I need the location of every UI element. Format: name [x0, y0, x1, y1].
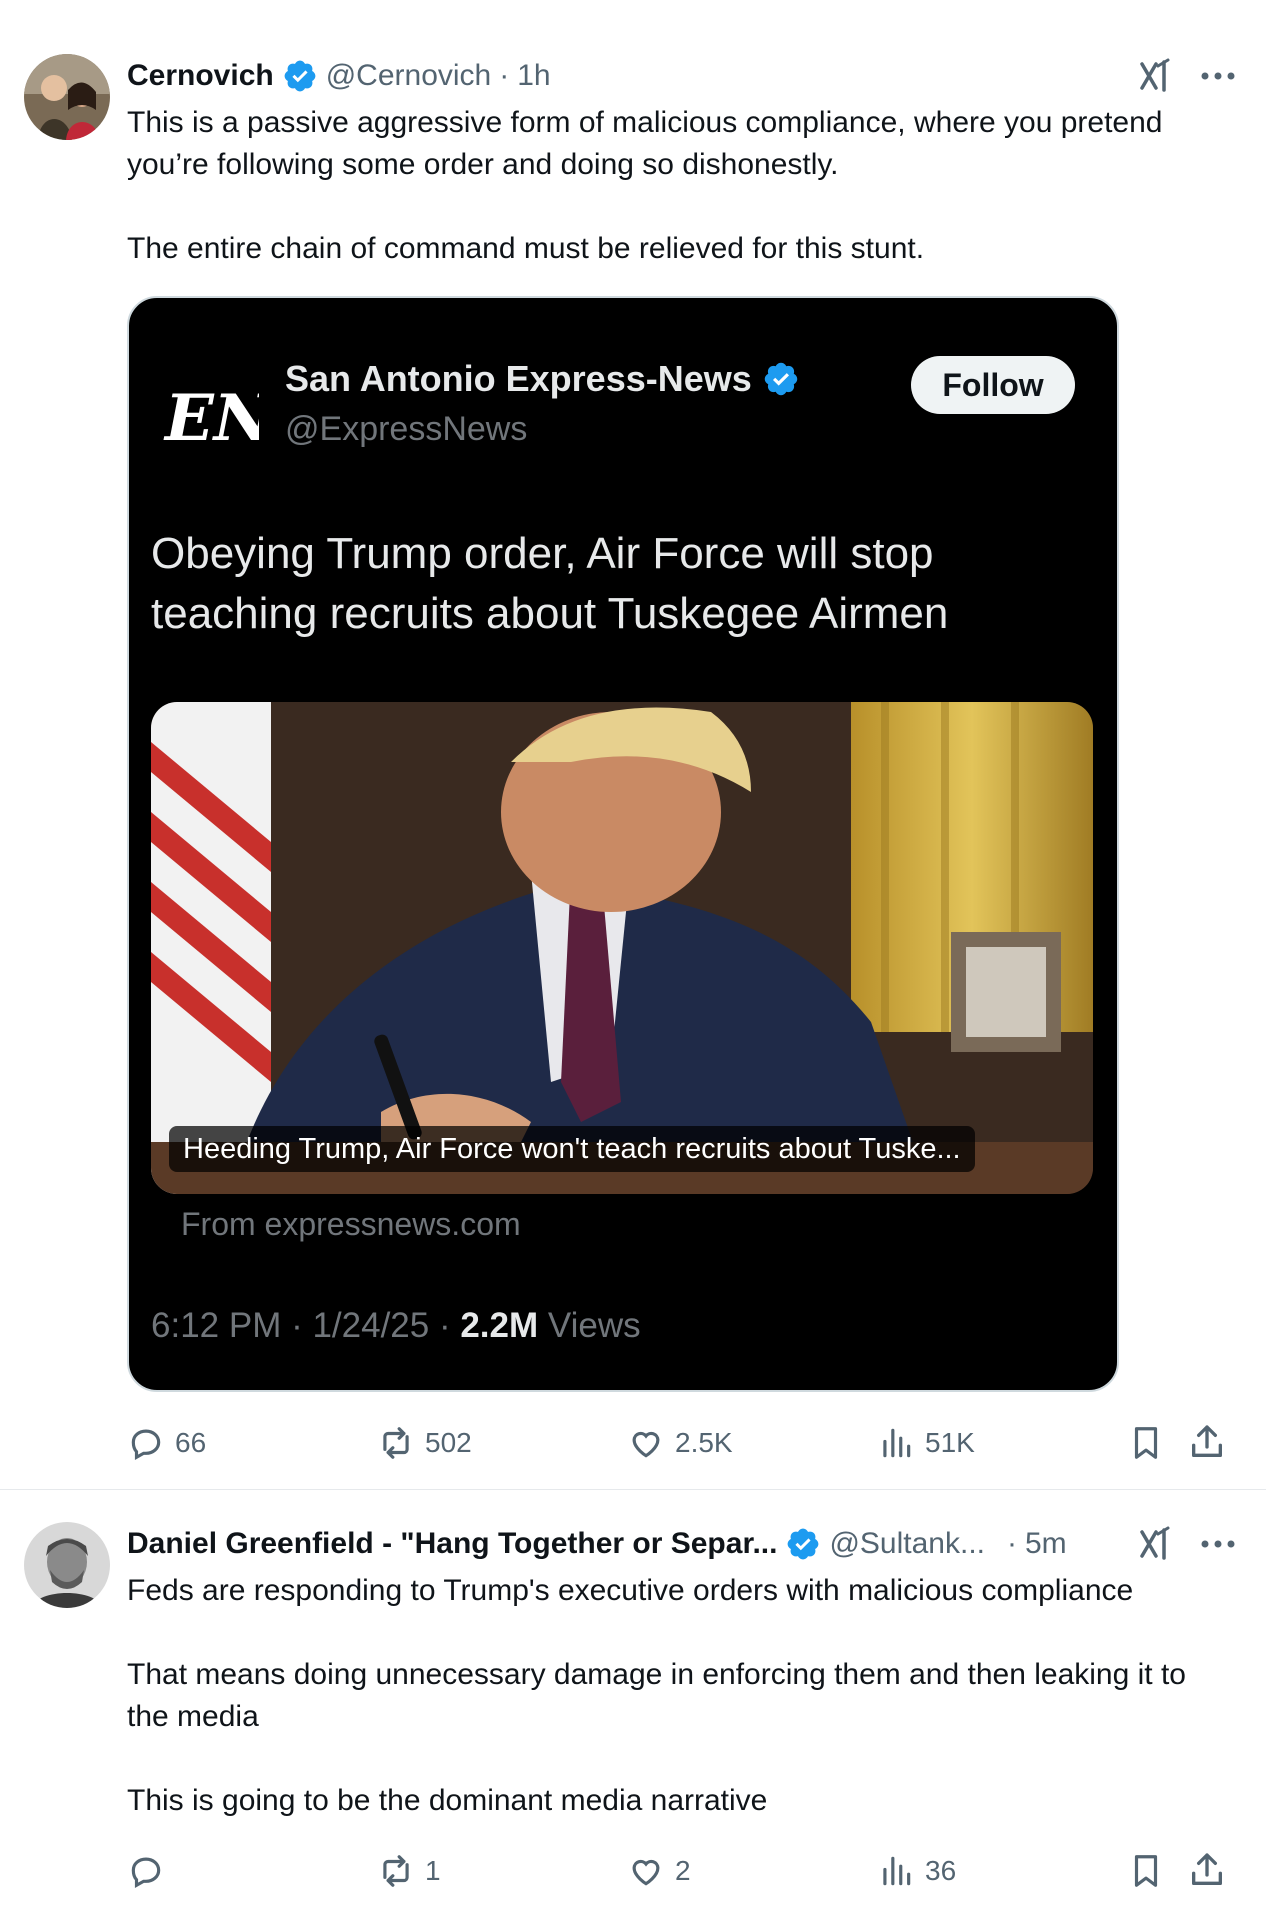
- views-count: 51K: [925, 1427, 975, 1458]
- post-header: Daniel Greenfield - "Hang Together or Se…: [127, 1522, 1236, 1566]
- verified-badge-icon: [764, 362, 798, 396]
- embedded-tweet-image[interactable]: EN San Antonio Express-News @ExpressNews…: [127, 296, 1119, 1392]
- post-paragraph: That means doing unnecessary damage in e…: [127, 1658, 1186, 1733]
- author-name[interactable]: Cernovich: [127, 59, 274, 93]
- post-paragraph: This is going to be the dominant media n…: [127, 1784, 768, 1817]
- reply-button[interactable]: [127, 1846, 175, 1896]
- more-icon[interactable]: [1200, 58, 1236, 94]
- repost-button[interactable]: 1: [377, 1846, 441, 1896]
- news-source: From expressnews.com: [181, 1206, 521, 1242]
- bookmark-icon[interactable]: [1127, 1852, 1165, 1890]
- embed-time-date: 6:12 PM · 1/24/25 ·: [151, 1306, 461, 1345]
- avatar-cernovich[interactable]: [24, 54, 110, 140]
- embed-account-handle: @ExpressNews: [285, 410, 528, 448]
- embed-account-name: San Antonio Express-News: [285, 358, 752, 399]
- action-bar: 1 2 36: [127, 1846, 1239, 1896]
- like-icon: [632, 1859, 660, 1886]
- post-cernovich[interactable]: Cernovich @Cernovich · 1h This is a pass…: [0, 0, 1266, 1490]
- like-count: 2.5K: [675, 1427, 733, 1458]
- express-news-logo: EN: [163, 381, 259, 456]
- like-count: 2: [675, 1855, 691, 1886]
- reply-icon: [131, 1429, 161, 1460]
- embed-headline: Obeying Trump order, Air Force will stop…: [151, 529, 949, 638]
- post-paragraph: This is a passive aggressive form of mal…: [127, 106, 1163, 181]
- views-button[interactable]: 51K: [877, 1418, 975, 1468]
- post-time[interactable]: 1h: [517, 59, 550, 93]
- share-icon[interactable]: [1187, 1422, 1227, 1462]
- verified-badge-icon: [284, 60, 316, 92]
- news-card-caption: Heeding Trump, Air Force won't teach rec…: [169, 1126, 975, 1172]
- repost-count: 502: [425, 1427, 472, 1458]
- views-count: 36: [925, 1855, 957, 1886]
- action-bar: 66 502 2.5K 51K: [127, 1418, 1239, 1468]
- news-card-image: Heeding Trump, Air Force won't teach rec…: [151, 702, 1093, 1194]
- reply-icon: [131, 1857, 161, 1888]
- verified-badge-icon: [788, 1528, 819, 1560]
- repost-icon: [383, 1855, 409, 1887]
- embed-views-label: Views: [538, 1306, 641, 1345]
- more-icon[interactable]: [1200, 1526, 1236, 1562]
- embed-account: San Antonio Express-News: [285, 358, 800, 400]
- post-paragraph: Feds are responding to Trump's executive…: [127, 1574, 1134, 1607]
- like-button[interactable]: 2: [627, 1846, 691, 1896]
- views-icon: [883, 1856, 911, 1886]
- author-name[interactable]: Daniel Greenfield - "Hang Together or Se…: [127, 1527, 777, 1561]
- views-icon: [883, 1428, 911, 1458]
- author-handle[interactable]: @Cernovich: [326, 59, 492, 93]
- avatar-daniel-greenfield[interactable]: [24, 1522, 110, 1608]
- repost-icon: [383, 1427, 409, 1459]
- grok-icon[interactable]: [1136, 1524, 1176, 1564]
- views-button[interactable]: 36: [877, 1846, 956, 1896]
- post-text: Feds are responding to Trump's executive…: [127, 1570, 1236, 1822]
- post-text: This is a passive aggressive form of mal…: [127, 102, 1236, 270]
- repost-button[interactable]: 502: [377, 1418, 472, 1468]
- reply-button[interactable]: 66: [127, 1418, 206, 1468]
- grok-icon[interactable]: [1136, 56, 1176, 96]
- separator: ·: [1007, 1527, 1017, 1560]
- bookmark-icon[interactable]: [1127, 1424, 1165, 1462]
- like-button[interactable]: 2.5K: [627, 1418, 733, 1468]
- svg-text:EN: EN: [163, 381, 259, 456]
- post-time[interactable]: 5m: [1025, 1527, 1067, 1561]
- repost-count: 1: [425, 1855, 441, 1886]
- post-header: Cernovich @Cernovich · 1h: [127, 54, 1236, 98]
- post-paragraph: The entire chain of command must be reli…: [127, 232, 925, 265]
- like-icon: [632, 1431, 660, 1458]
- embed-timestamp: 6:12 PM · 1/24/25 · 2.2M Views: [151, 1306, 641, 1346]
- separator: ·: [499, 59, 510, 92]
- author-handle[interactable]: @Sultank...: [829, 1527, 985, 1561]
- follow-button: Follow: [911, 356, 1075, 414]
- embed-views-count: 2.2M: [460, 1306, 539, 1345]
- reply-count: 66: [175, 1427, 207, 1458]
- share-icon[interactable]: [1187, 1850, 1227, 1890]
